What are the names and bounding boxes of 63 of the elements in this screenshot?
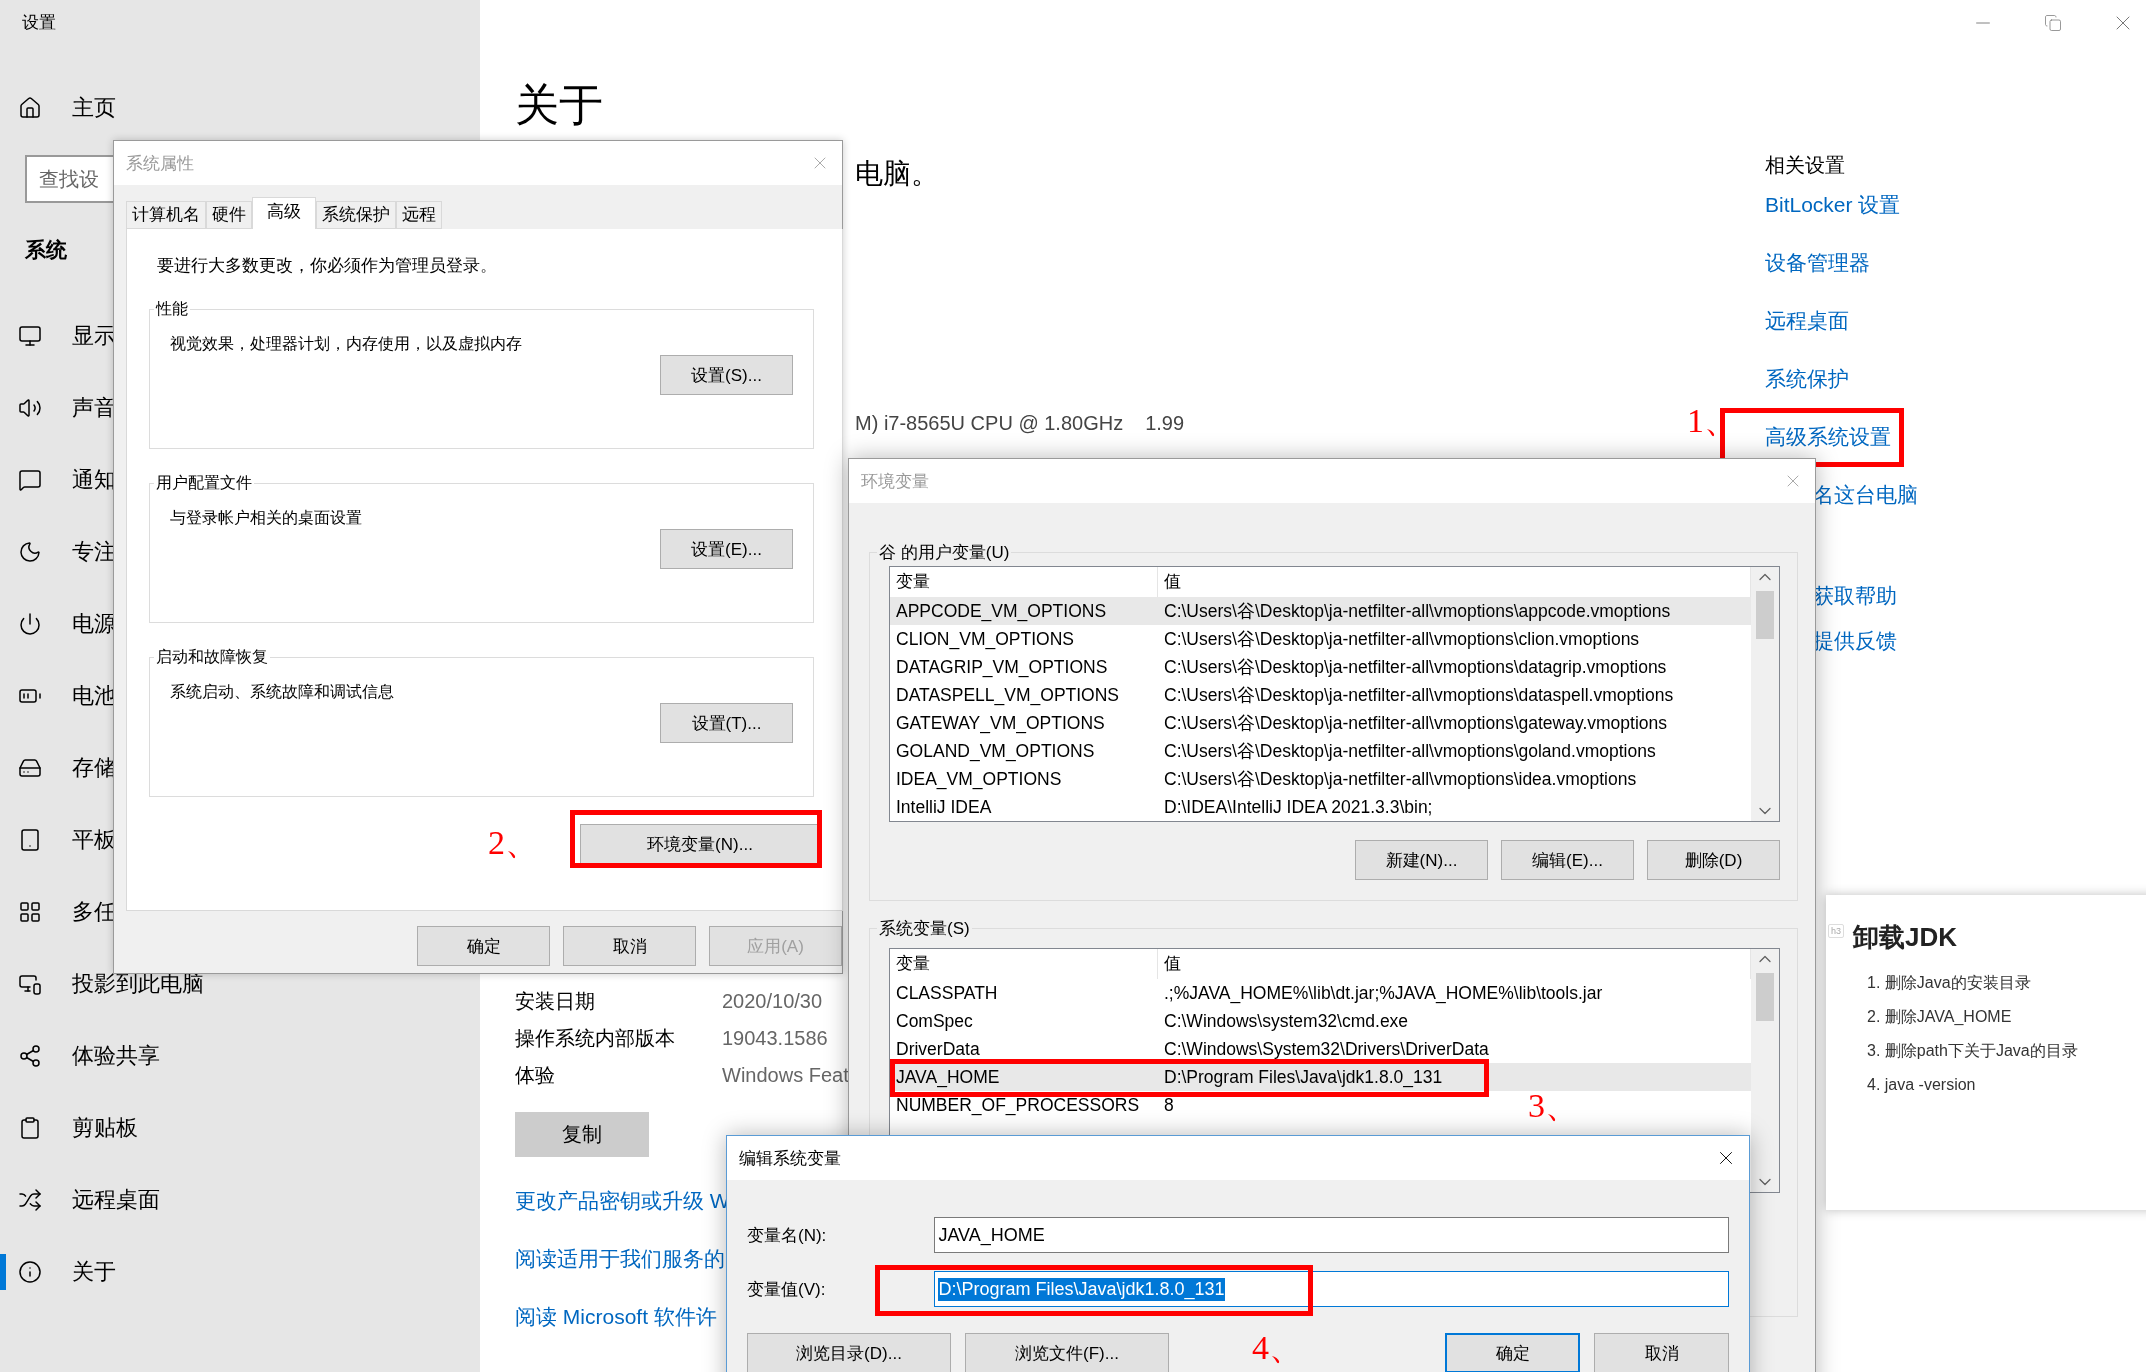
table-cell-text: D:\IDEA\IntelliJ IDEA 2021.3.3\bin;	[1163, 796, 1433, 818]
table-cell-text: C:\Users\谷\Desktop\ja-netfilter-all\vmoptions\dataspell.vmoptions	[1163, 684, 1674, 707]
group-description: 系统启动、系统故障和调试信息	[170, 682, 395, 702]
spec-value: Windows Feat	[722, 1064, 849, 1087]
memory-value: 1.99	[1145, 411, 1185, 435]
group-title: 性能	[154, 299, 189, 319]
table-cell-text: DATASPELL_VM_OPTIONS	[895, 684, 1121, 706]
table-cell-text: JAVA_HOME	[895, 1066, 1001, 1088]
table-cell-text: DATAGRIP_VM_OPTIONS	[895, 656, 1109, 678]
dialog-title: 编辑系统变量	[739, 1147, 841, 1170]
note-item: 3. 删除path下关于Java的目录	[1867, 1041, 2079, 1061]
table-cell-text: ComSpec	[895, 1010, 974, 1032]
table-cell-text: .;%JAVA_HOME%\lib\dt.jar;%JAVA_HOME%\lib\tools.jar	[1163, 982, 1603, 1004]
table-cell-text: IntelliJ IDEA	[895, 796, 993, 818]
group-title: 用户配置文件	[155, 473, 253, 493]
step-label: 1、	[1687, 400, 1738, 441]
section-heading: 相关设置	[1765, 153, 1846, 178]
table-cell-text: C:\Windows\system32\cmd.exe	[1163, 1010, 1409, 1032]
body-text: 电脑。	[855, 157, 940, 191]
note-item: 4. java -version	[1867, 1075, 1977, 1095]
window-title: 设置	[21, 12, 57, 34]
group-title: 谷 的用户变量(U)	[878, 542, 1011, 564]
table-cell-text: IDEA_VM_OPTIONS	[895, 768, 1063, 790]
table-cell-text: GOLAND_VM_OPTIONS	[895, 740, 1096, 762]
note-item: 2. 删除JAVA_HOME	[1867, 1007, 2013, 1027]
table-cell-text: C:\Users\谷\Desktop\ja-netfilter-all\vmoptions\appcode.vmoptions	[1163, 600, 1671, 623]
notice-text: 要进行大多数更改，你必须作为管理员登录。	[156, 255, 498, 277]
dialog-title: 环境变量	[861, 470, 929, 493]
spec-value: 19043.1586	[722, 1027, 828, 1050]
spec-label: 操作系统内部版本	[515, 1026, 675, 1051]
table-cell-text: C:\Users\谷\Desktop\ja-netfilter-all\vmoptions\idea.vmoptions	[1163, 768, 1637, 791]
spec-value: 2020/10/30	[722, 990, 823, 1013]
table-cell-text: CLION_VM_OPTIONS	[895, 628, 1075, 650]
group-title: 启动和故障恢复	[155, 647, 269, 667]
section-title: 系统	[24, 237, 67, 263]
note-item: 1. 删除Java的安装目录	[1867, 973, 2032, 993]
table-cell-text: C:\Users\谷\Desktop\ja-netfilter-all\vmoptions\gateway.vmoptions	[1163, 712, 1667, 735]
table-cell-text: D:\Program Files\Java\jdk1.8.0_131	[1163, 1066, 1443, 1088]
table-cell-text: APPCODE_VM_OPTIONS	[895, 600, 1108, 622]
table-cell-text: C:\Users\谷\Desktop\ja-netfilter-all\vmoptions\goland.vmoptions	[1163, 740, 1656, 763]
step-label: 3、	[1528, 1089, 1579, 1123]
table-cell-text: C:\Users\谷\Desktop\ja-netfilter-all\vmoptions\datagrip.vmoptions	[1163, 656, 1667, 679]
step-label: 2、	[488, 823, 539, 863]
step-label: 4、	[1252, 1331, 1303, 1365]
table-cell-text: CLASSPATH	[895, 982, 999, 1004]
spec-label: 体验	[515, 1063, 555, 1088]
table-cell-text: DriverData	[895, 1038, 981, 1060]
heading-tag: h3	[1828, 924, 1844, 938]
page-title: 关于	[515, 79, 604, 131]
table-cell-text: NUMBER_OF_PROCESSORS	[895, 1094, 1141, 1116]
table-cell-text: GATEWAY_VM_OPTIONS	[895, 712, 1106, 734]
table-cell-text: 8	[1163, 1094, 1174, 1116]
dialog-title: 系统属性	[126, 152, 194, 175]
group-description: 与登录帐户相关的桌面设置	[170, 508, 363, 528]
spec-label: 安装日期	[515, 989, 595, 1014]
processor-value: M) i7-8565U CPU @ 1.80GHz	[855, 411, 1124, 435]
group-description: 视觉效果，处理器计划，内存使用，以及虚拟内存	[170, 334, 523, 354]
note-heading: 卸载JDK	[1853, 920, 1958, 954]
field-label: 变量值(V):	[747, 1278, 827, 1301]
field-label: 变量名(N):	[747, 1224, 828, 1247]
table-cell-text: C:\Users\谷\Desktop\ja-netfilter-all\vmoptions\clion.vmoptions	[1163, 628, 1640, 651]
group-title: 系统变量(S)	[878, 918, 971, 940]
table-cell-text: C:\Windows\System32\Drivers\DriverData	[1163, 1038, 1489, 1060]
